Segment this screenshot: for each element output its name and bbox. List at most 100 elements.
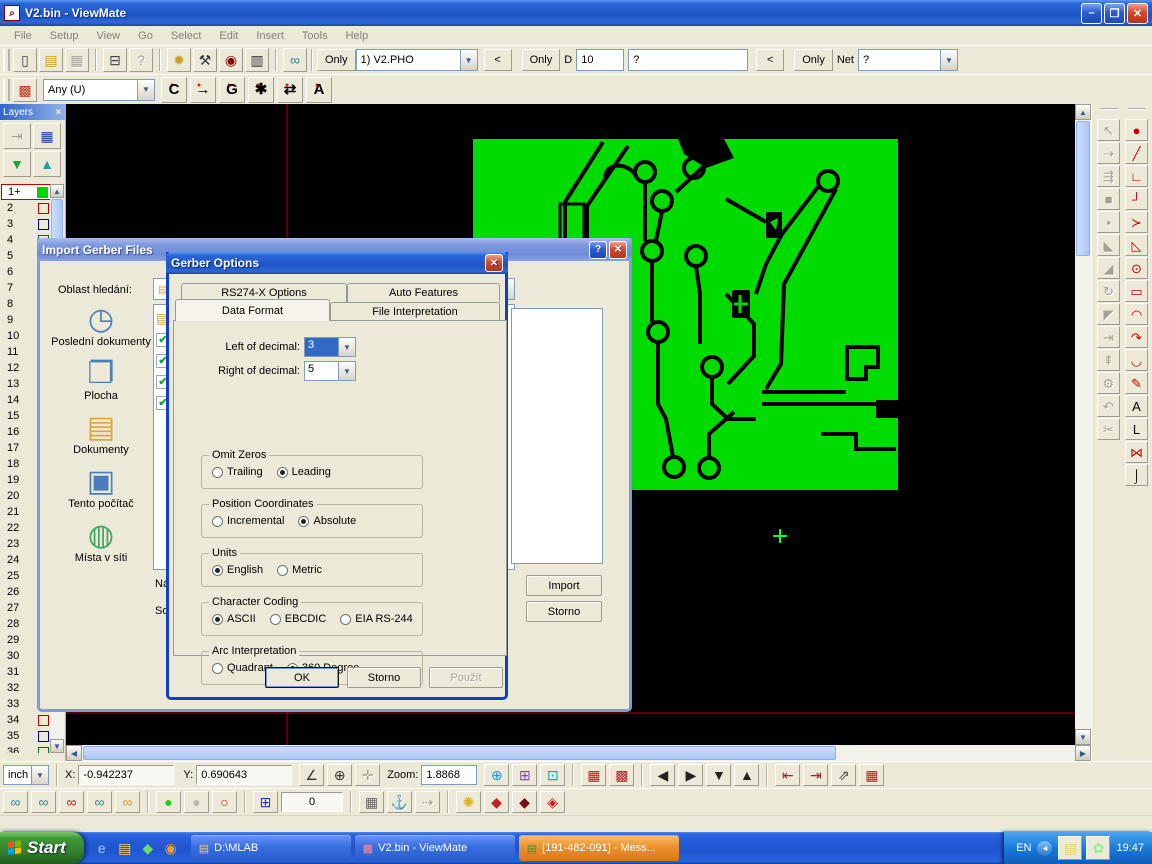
only-layer-button[interactable]: Only — [317, 49, 356, 71]
task-message[interactable]: ▤[191-482-091] - Mess... — [519, 835, 679, 861]
menu-setup[interactable]: Setup — [42, 28, 87, 44]
radio-ascii[interactable]: ASCII — [212, 613, 256, 625]
pan-down-icon[interactable]: ▼ — [706, 764, 731, 786]
place-network[interactable]: ◍Místa v síti — [48, 520, 154, 564]
language-indicator[interactable]: EN — [1016, 842, 1031, 854]
tab-auto-features[interactable]: Auto Features — [347, 283, 500, 302]
place-desktop[interactable]: ❐Plocha — [48, 358, 154, 402]
tray-message-icon[interactable]: ▤ — [1058, 836, 1082, 860]
highlight-ring-icon[interactable]: ○ — [212, 791, 237, 813]
draw-triangle-icon[interactable]: ◺ — [1125, 234, 1148, 256]
tile-windows-icon[interactable]: ⊞ — [253, 791, 278, 813]
layer-color-swatch[interactable] — [38, 715, 49, 726]
zoom-input[interactable]: 1.8868 — [421, 765, 477, 785]
scroll-down-icon[interactable]: ▼ — [50, 739, 64, 753]
open-file-icon[interactable]: ▤ — [39, 48, 63, 72]
grid-dots-icon[interactable]: ▦ — [359, 791, 384, 813]
draw-bowtie-icon[interactable]: ⋈ — [1125, 441, 1148, 463]
flash-red-icon[interactable]: ◆ — [484, 791, 509, 813]
pad-film-icon[interactable]: ◉ — [219, 48, 243, 72]
menu-go[interactable]: Go — [130, 28, 161, 44]
layer-row-1+[interactable]: 1+ — [1, 184, 51, 200]
draw-hook-icon[interactable]: ⌡ — [1125, 464, 1148, 486]
toolbar-handle[interactable] — [3, 79, 10, 101]
menu-insert[interactable]: Insert — [248, 28, 292, 44]
layer-color-swatch[interactable] — [38, 747, 49, 754]
view-dcode-glasses-icon[interactable]: ∞ — [87, 791, 112, 813]
hscroll-thumb[interactable] — [83, 746, 836, 760]
close-button[interactable]: ✕ — [1127, 3, 1148, 24]
layer-row-36[interactable]: 36 — [1, 744, 51, 753]
radio-leading[interactable]: Leading — [277, 466, 331, 478]
chevron-down-icon[interactable]: ▼ — [31, 766, 48, 784]
ok-button[interactable]: OK — [265, 667, 339, 688]
menu-edit[interactable]: Edit — [211, 28, 246, 44]
toolbar-grip[interactable] — [1100, 108, 1118, 112]
radio-incremental[interactable]: Incremental — [212, 515, 284, 527]
radio-ebcdic[interactable]: EBCDIC — [270, 613, 327, 625]
flash-small-icon[interactable]: ◈ — [540, 791, 565, 813]
draw-label-icon[interactable]: L — [1125, 418, 1148, 440]
chevron-down-icon[interactable]: ▼ — [460, 50, 477, 70]
task-viewmate[interactable]: ▩V2.bin - ViewMate — [355, 835, 515, 861]
tool-draw-arrow-button[interactable]: → — [190, 77, 216, 103]
scroll-up-icon[interactable]: ▲ — [50, 184, 64, 198]
tool-h-button[interactable]: ⇄ — [277, 77, 303, 103]
left-of-decimal-combo[interactable]: 3 ▼ — [304, 337, 356, 357]
pan-left-icon[interactable]: ◀ — [650, 764, 675, 786]
place-documents[interactable]: ▤Dokumenty — [48, 412, 154, 456]
menu-tools[interactable]: Tools — [294, 28, 336, 44]
tab-data-format[interactable]: Data Format — [175, 299, 330, 321]
radio-quadrant[interactable]: Quadrant — [212, 662, 273, 674]
new-file-icon[interactable]: ▯ — [13, 48, 37, 72]
layers-close-icon[interactable]: ✕ — [54, 107, 62, 118]
vscroll-thumb[interactable] — [1076, 121, 1090, 256]
draw-line-icon[interactable]: ╱ — [1125, 142, 1148, 164]
draw-arc-icon[interactable]: ◠ — [1125, 303, 1148, 325]
layer-combo[interactable]: 1) V2.PHO▼ — [356, 49, 478, 71]
layer-table-icon[interactable]: ▦ — [33, 123, 61, 149]
flash-aperture-icon[interactable]: ✹ — [167, 48, 191, 72]
origin-target-icon[interactable]: ⊕ — [327, 764, 352, 786]
view-selected-glasses-icon[interactable]: ∞ — [59, 791, 84, 813]
radio-english[interactable]: English — [212, 564, 263, 576]
zoom-window-icon[interactable]: ⊡ — [540, 764, 565, 786]
dialog-close-button[interactable]: ✕ — [485, 254, 503, 272]
chevron-down-icon[interactable]: ▼ — [137, 80, 154, 100]
folder-launch-icon[interactable]: ▤ — [115, 838, 135, 858]
ie-icon[interactable]: e — [92, 838, 112, 858]
tool-film-icon[interactable]: ⚒ — [193, 48, 217, 72]
radio-absolute[interactable]: Absolute — [298, 515, 356, 527]
place-recent-documents[interactable]: ◷Poslední dokumenty — [48, 304, 154, 348]
layer-row-35[interactable]: 35 — [1, 728, 51, 744]
menu-file[interactable]: File — [6, 28, 40, 44]
only-net-button[interactable]: Only — [794, 49, 833, 71]
draw-pad-icon[interactable]: ● — [1125, 119, 1148, 141]
view-layers-glasses-icon[interactable]: ∞ — [31, 791, 56, 813]
jump-left-icon[interactable]: ⇤ — [775, 764, 800, 786]
draw-rectangle-icon[interactable]: ▭ — [1125, 280, 1148, 302]
draw-vertex-icon[interactable]: ≻ — [1125, 211, 1148, 233]
draw-curve-icon[interactable]: ↷ — [1125, 326, 1148, 348]
units-combo[interactable]: inch▼ — [3, 765, 49, 785]
chevron-down-icon[interactable]: ▼ — [940, 50, 957, 70]
tool-a-button[interactable]: A — [306, 77, 332, 103]
scroll-up-icon[interactable]: ▲ — [1075, 104, 1091, 120]
layer-up-icon[interactable]: ▲ — [33, 151, 61, 177]
chevron-down-icon[interactable]: ▼ — [338, 338, 355, 356]
radio-metric[interactable]: Metric — [277, 564, 322, 576]
scroll-down-icon[interactable]: ▼ — [1075, 729, 1091, 745]
layer-color-swatch[interactable] — [38, 203, 49, 214]
draw-text-icon[interactable]: A — [1125, 395, 1148, 417]
dialog-help-button[interactable]: ? — [589, 241, 607, 259]
toolbar-grip[interactable] — [1128, 108, 1146, 112]
layer-color-swatch[interactable] — [38, 731, 49, 742]
layer-color-swatch[interactable] — [37, 187, 48, 198]
prev-dcode-button[interactable]: < — [756, 49, 784, 71]
tray-icq-icon[interactable]: ✿ — [1086, 836, 1110, 860]
layer-row-2[interactable]: 2 — [1, 200, 51, 216]
pan-up-icon[interactable]: ▲ — [734, 764, 759, 786]
layer-row-3[interactable]: 3 — [1, 216, 51, 232]
right-of-decimal-combo[interactable]: 5 ▼ — [304, 361, 356, 381]
layer-down-icon[interactable]: ▼ — [3, 151, 31, 177]
